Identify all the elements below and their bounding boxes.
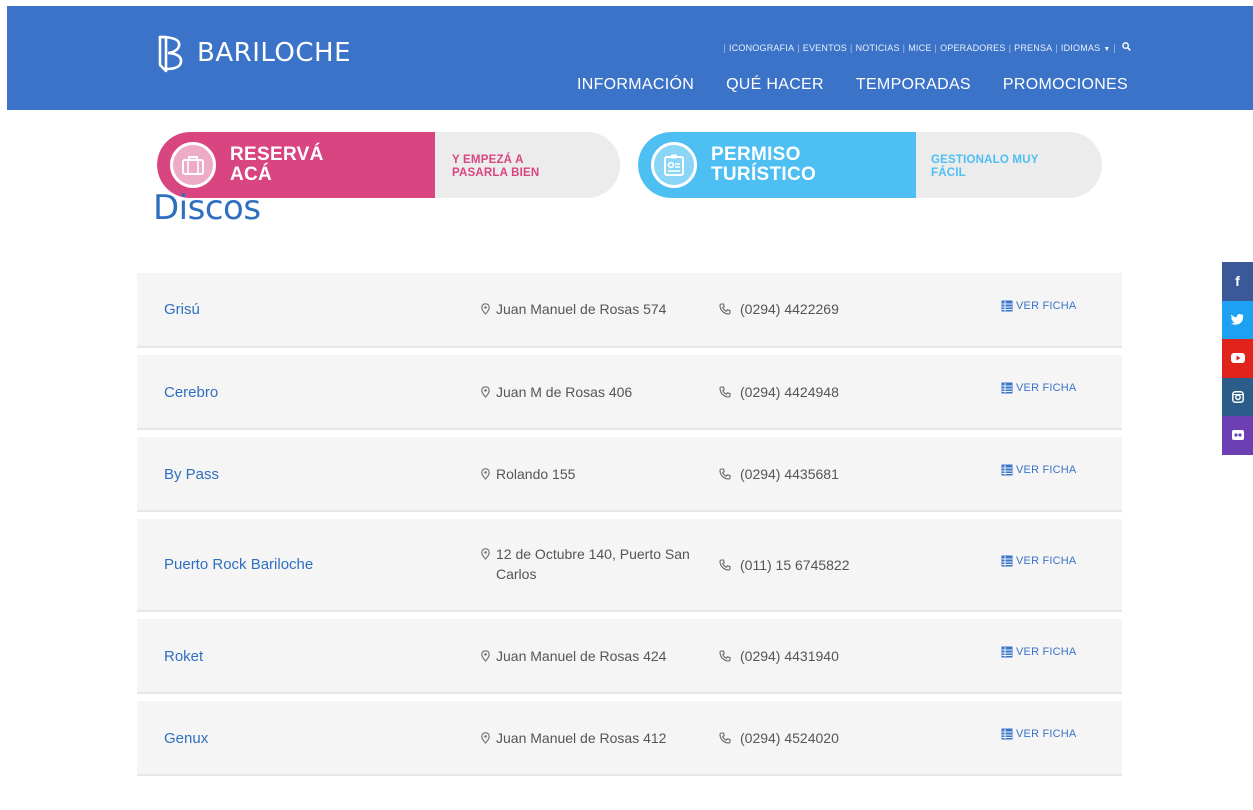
nav-que-hacer[interactable]: QUÉ HACER xyxy=(726,76,824,94)
venue-phone: (011) 15 6745822 xyxy=(740,557,850,573)
reserva-title-line2: ACÁ xyxy=(230,164,273,185)
venue-name-link[interactable]: Roket xyxy=(164,648,203,665)
list-card-icon xyxy=(1001,300,1013,312)
ver-ficha-label: VER FICHA xyxy=(1016,300,1077,312)
venue-address: Juan Manuel de Rosas 412 xyxy=(496,730,667,746)
suitcase-icon xyxy=(170,142,216,188)
topnav-operadores[interactable]: OPERADORES xyxy=(940,43,1006,53)
venue-name-link[interactable]: Grisú xyxy=(164,301,200,318)
ver-ficha-label: VER FICHA xyxy=(1016,382,1077,394)
list-card-icon xyxy=(1001,728,1013,740)
venue-address: Juan Manuel de Rosas 574 xyxy=(496,301,667,317)
ver-ficha-link[interactable]: VER FICHA xyxy=(1001,646,1076,658)
languages-dropdown[interactable]: IDIOMAS ▼ xyxy=(1061,43,1111,53)
permiso-title-line1: PERMISO xyxy=(711,144,801,165)
list-card-icon xyxy=(1001,646,1013,658)
utility-nav: | ICONOGRAFIA | EVENTOS | NOTICIAS | MICE | O… xyxy=(720,42,1131,53)
venue-name-link[interactable]: Genux xyxy=(164,730,208,747)
table-row: By Pass Rolando 155 (0294) 4435681 VER F… xyxy=(137,437,1122,512)
ver-ficha-link[interactable]: VER FICHA xyxy=(1001,555,1076,567)
nav-informacion[interactable]: INFORMACIÓN xyxy=(577,76,694,94)
reserva-sub-line1: Y EMPEZÁ A xyxy=(452,154,524,166)
topnav-mice[interactable]: MICE xyxy=(908,43,931,53)
venue-name-link[interactable]: Cerebro xyxy=(164,384,218,401)
venue-address: 12 de Octubre 140, Puerto San Carlos xyxy=(496,546,690,582)
table-row: Genux Juan Manuel de Rosas 412 (0294) 45… xyxy=(137,701,1122,776)
ver-ficha-link[interactable]: VER FICHA xyxy=(1001,728,1076,740)
map-pin-icon xyxy=(481,303,490,315)
table-row: Roket Juan Manuel de Rosas 424 (0294) 44… xyxy=(137,619,1122,694)
phone-icon xyxy=(719,732,731,744)
social-sidebar: f xyxy=(1222,262,1253,455)
map-pin-icon xyxy=(481,548,490,560)
venue-address: Juan M de Rosas 406 xyxy=(496,384,633,400)
table-row: Puerto Rock Bariloche 12 de Octubre 140,… xyxy=(137,519,1122,612)
languages-label: IDIOMAS xyxy=(1060,42,1101,53)
facebook-icon[interactable]: f xyxy=(1222,262,1253,301)
ver-ficha-link[interactable]: VER FICHA xyxy=(1001,300,1076,312)
bariloche-logo-icon xyxy=(158,35,183,73)
topnav-prensa[interactable]: PRENSA xyxy=(1014,43,1052,53)
id-card-icon xyxy=(651,142,697,188)
venue-phone: (0294) 4431940 xyxy=(740,648,839,664)
venue-address: Rolando 155 xyxy=(496,466,576,482)
main-nav: INFORMACIÓN QUÉ HACER TEMPORADAS PROMOCI… xyxy=(577,76,1128,94)
map-pin-icon xyxy=(481,732,490,744)
reserva-title-line1: RESERVÁ xyxy=(230,144,324,165)
topnav-noticias[interactable]: NOTICIAS xyxy=(856,43,900,53)
ver-ficha-link[interactable]: VER FICHA xyxy=(1001,382,1076,394)
venue-name-link[interactable]: Puerto Rock Bariloche xyxy=(164,556,313,573)
list-card-icon xyxy=(1001,382,1013,394)
phone-icon xyxy=(719,468,731,480)
map-pin-icon xyxy=(481,386,490,398)
permiso-title-line2: TURÍSTICO xyxy=(711,164,817,185)
brand-name: BARILOCHE xyxy=(197,38,352,68)
twitter-icon[interactable] xyxy=(1222,300,1253,339)
venue-name-link[interactable]: By Pass xyxy=(164,466,219,483)
topnav-eventos[interactable]: EVENTOS xyxy=(803,43,847,53)
chevron-down-icon: ▼ xyxy=(1103,45,1111,53)
permiso-sub-line2: FÁCIL xyxy=(931,167,966,179)
phone-icon xyxy=(719,650,731,662)
ver-ficha-label: VER FICHA xyxy=(1016,728,1077,740)
venue-address: Juan Manuel de Rosas 424 xyxy=(496,648,667,664)
search-icon[interactable] xyxy=(1122,42,1131,53)
nav-promociones[interactable]: PROMOCIONES xyxy=(1003,76,1128,94)
ver-ficha-label: VER FICHA xyxy=(1016,464,1077,476)
ver-ficha-label: VER FICHA xyxy=(1016,555,1077,567)
permiso-sub-line1: GESTIONALO MUY xyxy=(931,154,1039,166)
nav-temporadas[interactable]: TEMPORADAS xyxy=(856,76,971,94)
venue-phone: (0294) 4435681 xyxy=(740,466,839,482)
venue-phone: (0294) 4424948 xyxy=(740,384,839,400)
youtube-icon[interactable] xyxy=(1222,339,1253,378)
flickr-icon[interactable] xyxy=(1222,416,1253,455)
phone-icon xyxy=(719,303,731,315)
phone-icon xyxy=(719,386,731,398)
ver-ficha-link[interactable]: VER FICHA xyxy=(1001,464,1076,476)
site-header: BARILOCHE | ICONOGRAFIA | EVENTOS | NOTICIA… xyxy=(7,6,1253,110)
list-card-icon xyxy=(1001,555,1013,567)
table-row: Cerebro Juan M de Rosas 406 (0294) 44249… xyxy=(137,355,1122,430)
topnav-iconografia[interactable]: ICONOGRAFIA xyxy=(729,43,794,53)
table-row: Grisú Juan Manuel de Rosas 574 (0294) 44… xyxy=(137,273,1122,348)
page-title: Discos xyxy=(153,188,261,228)
ver-ficha-label: VER FICHA xyxy=(1016,646,1077,658)
site-logo[interactable]: BARILOCHE xyxy=(155,33,351,73)
venue-phone: (0294) 4422269 xyxy=(740,301,839,317)
venue-phone: (0294) 4524020 xyxy=(740,730,839,746)
permiso-banner[interactable]: PERMISO TURÍSTICO GESTIONALO MUY FÁCIL xyxy=(638,132,1102,198)
map-pin-icon xyxy=(481,650,490,662)
map-pin-icon xyxy=(481,468,490,480)
reserva-sub-line2: PASARLA BIEN xyxy=(452,167,540,179)
instagram-icon[interactable] xyxy=(1222,377,1253,416)
list-card-icon xyxy=(1001,464,1013,476)
phone-icon xyxy=(719,559,731,571)
